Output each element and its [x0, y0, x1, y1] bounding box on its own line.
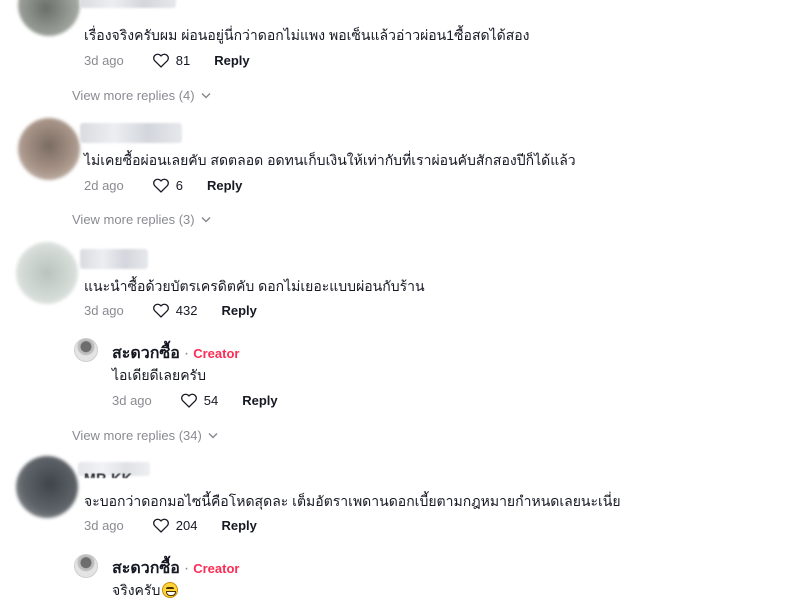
- heart-outline-icon: [180, 393, 197, 408]
- timestamp: 3d ago: [112, 392, 152, 408]
- creator-name[interactable]: สะดวกซื้อ: [112, 345, 180, 362]
- chevron-down-icon: [201, 92, 211, 99]
- comment-text: ไม่เคยซื้อผ่อนเลยคับ สดตลอด อดทนเก็บเงิน…: [84, 152, 576, 168]
- creator-name-row: สะดวกซื้อ · Creator: [112, 556, 239, 581]
- reply-button[interactable]: Reply: [207, 178, 242, 193]
- creator-name[interactable]: สะดวกซื้อ: [112, 560, 180, 577]
- avatar[interactable]: [16, 456, 78, 518]
- comment-meta: 3d ago 204 Reply: [84, 517, 257, 533]
- heart-outline-icon: [152, 303, 169, 318]
- comment-text: จะบอกว่าดอกมอไซนี้คือโหดสุดละ เต็มอัตราเ…: [84, 493, 621, 509]
- view-more-label: View more replies (4): [72, 88, 195, 103]
- like-button[interactable]: 204: [152, 517, 198, 533]
- heart-outline-icon: [152, 518, 169, 533]
- view-more-replies[interactable]: View more replies (34): [72, 428, 218, 443]
- comment-meta: 2d ago 6 Reply: [84, 177, 242, 193]
- chevron-down-icon: [208, 432, 218, 439]
- creator-name-row: สะดวกซื้อ · Creator: [112, 341, 239, 366]
- grinning-sweat-emoji-icon: [162, 582, 179, 598]
- creator-reply-text: จริงครับ: [112, 582, 161, 598]
- creator-reply-text: ไอเดียดีเลยครับ: [112, 367, 206, 383]
- separator-dot: ·: [183, 345, 190, 362]
- creator-reply-line: จริงครับ: [112, 580, 179, 602]
- reply-button[interactable]: Reply: [221, 303, 256, 318]
- like-button[interactable]: 81: [152, 52, 190, 68]
- like-count: 81: [175, 52, 191, 68]
- creator-avatar[interactable]: [74, 338, 98, 362]
- creator-avatar[interactable]: [74, 554, 98, 578]
- comment-meta: 3d ago 432 Reply: [84, 302, 257, 318]
- heart-outline-icon: [152, 53, 169, 68]
- timestamp: 2d ago: [84, 177, 124, 193]
- comment-meta: 3d ago 81 Reply: [84, 52, 250, 68]
- timestamp: 3d ago: [84, 517, 124, 533]
- view-more-replies[interactable]: View more replies (3): [72, 212, 211, 227]
- blurred-username: [80, 249, 148, 269]
- comment-text: แนะนำซื้อด้วยบัตรเครดิตคับ ดอกไม่เยอะแบบ…: [84, 278, 425, 294]
- like-count: 54: [203, 392, 219, 408]
- like-count: 432: [175, 302, 198, 318]
- reply-button[interactable]: Reply: [214, 53, 249, 68]
- reply-button[interactable]: Reply: [242, 393, 277, 408]
- chevron-down-icon: [201, 216, 211, 223]
- like-button[interactable]: 432: [152, 302, 198, 318]
- blurred-username: [80, 0, 176, 8]
- heart-outline-icon: [152, 178, 169, 193]
- creator-badge: Creator: [193, 561, 240, 576]
- creator-reply-meta: 3d ago 54 Reply: [112, 392, 278, 408]
- view-more-replies[interactable]: View more replies (4): [72, 88, 211, 103]
- creator-badge: Creator: [193, 346, 240, 361]
- avatar[interactable]: [18, 118, 80, 180]
- blurred-username: [80, 123, 182, 143]
- view-more-label: View more replies (34): [72, 428, 202, 443]
- reply-button[interactable]: Reply: [221, 518, 256, 533]
- avatar[interactable]: [16, 242, 78, 304]
- like-button[interactable]: 54: [180, 392, 218, 408]
- view-more-label: View more replies (3): [72, 212, 195, 227]
- like-count: 6: [175, 177, 183, 193]
- like-button[interactable]: 6: [152, 177, 183, 193]
- like-count: 204: [175, 517, 198, 533]
- timestamp: 3d ago: [84, 302, 124, 318]
- username[interactable]: MR.KK: [84, 469, 132, 478]
- separator-dot: ·: [183, 560, 190, 577]
- avatar[interactable]: [18, 0, 80, 36]
- timestamp: 3d ago: [84, 52, 124, 68]
- comment-text: เรื่องจริงครับผม ผ่อนอยู่นี่กว่าดอกไม่แพ…: [84, 27, 530, 43]
